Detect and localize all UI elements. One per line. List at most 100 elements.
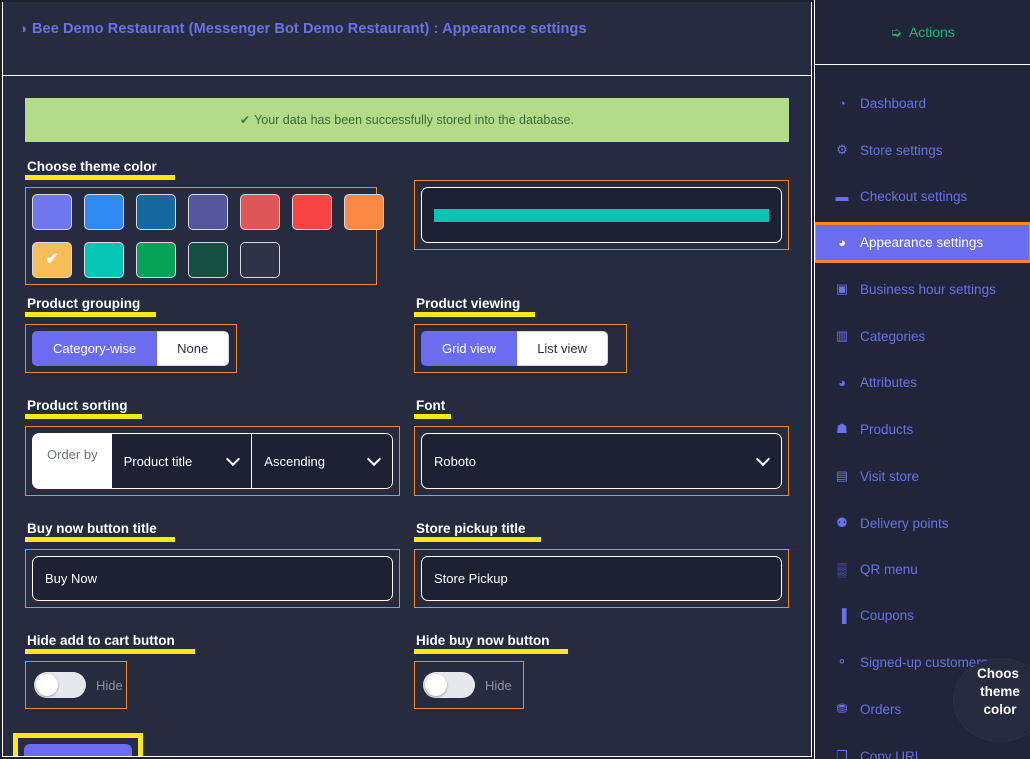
product-sorting-highlight: Order by Product title Ascending xyxy=(25,426,400,496)
theme-swatch-blue[interactable] xyxy=(84,194,124,230)
users-icon: ⚬ xyxy=(836,654,848,669)
box-open-icon: ☗ xyxy=(836,421,848,436)
palette-icon: ◕ xyxy=(838,375,846,390)
main-column: ◑ Bee Demo Restaurant (Messenger Bot Demo… xyxy=(0,0,814,759)
tooltip-line-2: theme xyxy=(980,684,1020,699)
store-pickup-title-label: Store pickup title xyxy=(414,521,541,542)
sidebar-item-label: Copy URL xyxy=(860,748,923,759)
sidebar-item-products[interactable]: ☗ Products xyxy=(815,410,1030,448)
columns-icon: ▥ xyxy=(835,328,849,343)
buy-now-title-label: Buy now button title xyxy=(25,521,175,542)
sidebar-item-appearance-settings[interactable]: ◕ Appearance settings xyxy=(815,222,1030,263)
sidebar-item-label: QR menu xyxy=(860,562,918,577)
buy-now-title-input[interactable] xyxy=(32,556,393,601)
sidebar-item-label: Appearance settings xyxy=(860,235,984,250)
color-preview-highlight xyxy=(414,180,789,250)
font-group: Font Roboto xyxy=(414,397,789,496)
product-sorting-group: Product sorting Order by Product title A… xyxy=(25,397,400,496)
color-picker-input[interactable] xyxy=(421,187,782,243)
sidebar: ➭ Actions ◔ Dashboard ⚙ Store settings ▬ Chec… xyxy=(814,0,1030,759)
theme-swatch-slate-purple[interactable] xyxy=(188,194,228,230)
palette-icon: ◕ xyxy=(838,235,846,250)
color-preview-bar xyxy=(434,208,769,222)
sidebar-item-categories[interactable]: ▥ Categories xyxy=(815,317,1030,355)
font-label: Font xyxy=(414,398,452,419)
sidebar-item-business-hour-settings[interactable]: ▣ Business hour settings xyxy=(815,270,1030,308)
font-highlight: Roboto xyxy=(414,426,789,496)
hide-add-to-cart-toggle-label: Hide xyxy=(96,677,123,693)
page-title-text: Bee Demo Restaurant (Messenger Bot Demo … xyxy=(31,21,587,37)
calendar-check-icon: ▣ xyxy=(835,281,849,296)
hide-toggles-row: Hide add to cart button Hide Hide buy no… xyxy=(25,632,789,723)
color-preview-col xyxy=(414,158,789,285)
copy-icon: ❐ xyxy=(836,748,848,759)
success-alert: ✔ Your data has been successfully stored … xyxy=(25,98,789,142)
theme-swatch-amber[interactable]: ✔ xyxy=(32,242,72,278)
map-marker-icon: ⚉ xyxy=(836,515,848,530)
credit-card-icon: ▬ xyxy=(835,189,849,204)
theme-swatch-periwinkle[interactable] xyxy=(32,194,72,230)
sidebar-item-label: Signed-up customers xyxy=(860,654,988,670)
sidebar-item-label: Coupons xyxy=(860,608,915,623)
sidebar-item-attributes[interactable]: ◕ Attributes xyxy=(815,364,1030,401)
sidebar-item-label: Checkout settings xyxy=(860,189,968,204)
card-body: ✔ Your data has been successfully stored … xyxy=(3,76,811,756)
sidebar-item-visit-store[interactable]: ▤ Visit store xyxy=(815,457,1030,495)
product-viewing-option-grid-view[interactable]: Grid view xyxy=(421,331,518,366)
sidebar-item-coupons[interactable]: ▐ Coupons xyxy=(815,597,1030,634)
sidebar-item-store-settings[interactable]: ⚙ Store settings xyxy=(815,131,1030,169)
product-grouping-label: Product grouping xyxy=(25,296,157,317)
sidebar-item-label: Store settings xyxy=(860,142,943,158)
product-grouping-group: Product grouping Category-wise None xyxy=(25,295,400,373)
check-icon: ✔ xyxy=(45,251,59,268)
hide-add-to-cart-label: Hide add to cart button xyxy=(25,633,195,654)
sidebar-item-qr-menu[interactable]: ▒ QR menu xyxy=(815,551,1030,588)
product-grouping-option-none[interactable]: None xyxy=(157,331,230,366)
product-viewing-option-list-view[interactable]: List view xyxy=(517,331,609,366)
titles-row: Buy now button title Store pickup title xyxy=(25,520,789,622)
toggle-knob xyxy=(425,674,447,696)
hide-add-to-cart-toggle[interactable] xyxy=(34,672,86,698)
product-grouping-segmented[interactable]: Category-wise None xyxy=(32,331,230,366)
order-by-addon: Order by xyxy=(32,433,112,489)
hide-buy-now-toggle-label: Hide xyxy=(485,677,512,693)
product-grouping-option-category-wise[interactable]: Category-wise xyxy=(32,331,158,366)
sort-field-select[interactable]: Product title xyxy=(111,433,252,489)
hide-buy-now-highlight: Hide xyxy=(414,661,524,709)
font-select[interactable]: Roboto xyxy=(421,433,782,489)
sidebar-item-delivery-points[interactable]: ⚉ Delivery points xyxy=(815,504,1030,542)
appearance-settings-card: ◑ Bee Demo Restaurant (Messenger Bot Demo… xyxy=(2,2,812,757)
sort-direction-select[interactable]: Ascending xyxy=(251,433,393,489)
product-viewing-segmented[interactable]: Grid view List view xyxy=(421,331,609,366)
gear-icon: ⚙ xyxy=(836,142,848,157)
hide-add-to-cart-group: Hide add to cart button Hide xyxy=(25,632,400,709)
tooltip-line-3: color xyxy=(983,702,1017,717)
store-pickup-title-input[interactable] xyxy=(421,556,782,601)
theme-swatch-red[interactable] xyxy=(292,194,332,230)
theme-swatch-orange[interactable] xyxy=(344,194,384,230)
sorting-font-row: Product sorting Order by Product title A… xyxy=(25,397,789,510)
theme-swatch-grid[interactable]: ✔ xyxy=(32,194,384,278)
theme-swatch-green[interactable] xyxy=(136,242,176,278)
qrcode-icon: ▒ xyxy=(837,562,847,577)
card-header: ◑ Bee Demo Restaurant (Messenger Bot Demo… xyxy=(3,2,811,76)
sidebar-item-dashboard[interactable]: ◔ Dashboard xyxy=(815,85,1030,122)
sidebar-item-checkout-settings[interactable]: ▬ Checkout settings xyxy=(815,178,1030,215)
sidebar-item-label: Orders xyxy=(860,701,902,717)
cart-icon: ⛃ xyxy=(836,701,848,716)
theme-swatch-dark-green[interactable] xyxy=(188,242,228,278)
theme-swatch-dark-navy[interactable] xyxy=(240,242,280,278)
tags-icon: ▐ xyxy=(837,608,847,623)
hide-add-to-cart-highlight: Hide xyxy=(25,661,127,709)
sidebar-item-label: Visit store xyxy=(860,468,920,484)
page-title: ◑ Bee Demo Restaurant (Messenger Bot Demo… xyxy=(19,16,795,42)
store-icon: ▤ xyxy=(835,468,849,483)
theme-swatch-steel-blue[interactable] xyxy=(136,194,176,230)
save-button[interactable]: Save xyxy=(24,744,132,756)
hide-buy-now-toggle[interactable] xyxy=(423,672,475,698)
store-pickup-title-highlight xyxy=(414,549,789,608)
sidebar-header-label: Actions xyxy=(908,24,955,40)
theme-swatch-teal[interactable] xyxy=(84,242,124,278)
sidebar-item-label: Products xyxy=(860,421,914,437)
theme-swatch-coral-red[interactable] xyxy=(240,194,280,230)
